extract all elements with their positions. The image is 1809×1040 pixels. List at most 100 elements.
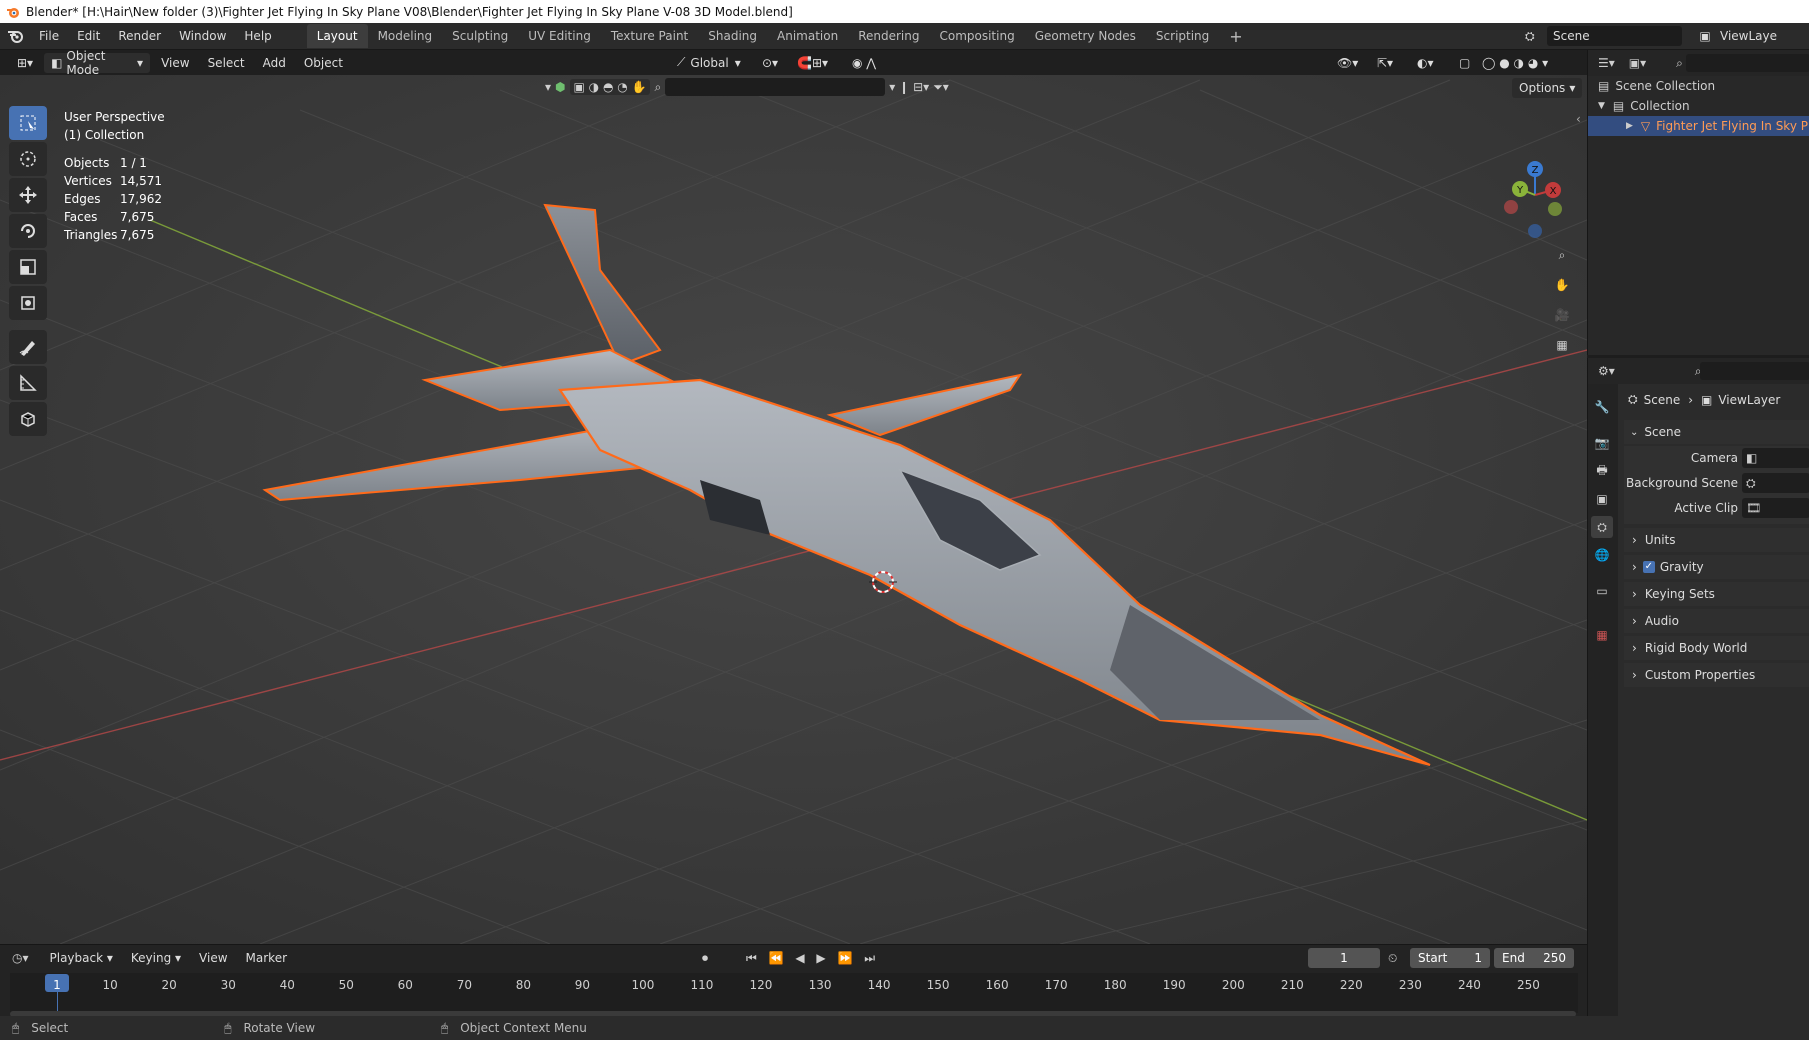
tab-scripting[interactable]: Scripting [1146, 24, 1219, 48]
3d-viewport[interactable]: Z X Y ⊞▾ ◧ Object Mode ▾ View Select Add … [0, 50, 1587, 944]
render-properties-icon[interactable]: 📷 [1591, 432, 1613, 454]
expand-icon[interactable]: ▼ [1598, 101, 1605, 111]
tab-rendering[interactable]: Rendering [848, 24, 929, 48]
keying-sets-panel[interactable]: › Keying Sets [1624, 582, 1809, 606]
annotate-tool-icon[interactable] [9, 330, 47, 364]
xray-icon[interactable]: ▢ [1452, 53, 1477, 73]
transform-orientation-selector[interactable]: ⟋ Global ▾ [670, 53, 750, 73]
visibility-icon[interactable]: 👁▾ [1330, 53, 1365, 73]
rotate-tool-icon[interactable] [9, 214, 47, 248]
tab-modeling[interactable]: Modeling [368, 24, 443, 48]
gizmo-toggle-icon[interactable]: ⇱▾ [1370, 53, 1400, 73]
timeline-menu-marker[interactable]: Marker [239, 948, 294, 968]
scene-icon[interactable]: ⛭ [1525, 29, 1547, 44]
add-cube-tool-icon[interactable] [9, 402, 47, 436]
world-properties-icon[interactable]: 🌐 [1591, 544, 1613, 566]
scene-panel-header[interactable]: ⌄ Scene [1624, 420, 1809, 444]
add-workspace-icon[interactable]: + [1219, 22, 1252, 51]
menu-help[interactable]: Help [235, 29, 280, 43]
pan-hand-icon[interactable]: ✋ [1549, 272, 1575, 298]
menu-object[interactable]: Object [297, 53, 350, 73]
properties-editor-icon[interactable]: ⚙▾ [1598, 364, 1615, 378]
rigid-body-world-panel[interactable]: › Rigid Body World [1624, 636, 1809, 660]
filter-icon[interactable]: ⏷▾ [933, 80, 949, 95]
timer-icon[interactable]: ⏲ [1388, 951, 1397, 966]
menu-window[interactable]: Window [170, 29, 235, 43]
overlays-icon[interactable]: ◐▾ [1410, 53, 1441, 73]
collection-properties-icon[interactable]: ▭ [1591, 580, 1613, 602]
gravity-checkbox[interactable]: ✓ [1642, 561, 1655, 573]
outliner-search-icon[interactable]: ⌕ [1676, 56, 1683, 71]
display-modes[interactable]: ▣ ◑ ◓ ◔ ✋ [569, 79, 651, 95]
audio-panel[interactable]: › Audio [1624, 609, 1809, 633]
sidebar-toggle-icon[interactable]: ‹ [1576, 112, 1581, 126]
scene-selector[interactable]: Scene [1547, 26, 1682, 46]
viewlayer-selector[interactable]: ViewLaye [1720, 29, 1777, 43]
select-box-tool-icon[interactable] [9, 106, 47, 140]
properties-search-input[interactable] [1700, 362, 1809, 380]
scale-tool-icon[interactable] [9, 250, 47, 284]
menu-select[interactable]: Select [201, 53, 252, 73]
playback-controls[interactable]: ⏮ ⏪ ◀ ▶ ⏩ ⏭ [746, 951, 879, 966]
viewlayer-icon[interactable]: ▣ [1690, 29, 1720, 43]
tab-compositing[interactable]: Compositing [929, 24, 1024, 48]
outliner-item-fighter-jet[interactable]: ▶ ▽ Fighter Jet Flying In Sky Plan [1588, 116, 1809, 136]
active-clip-field[interactable]: 🎞 [1742, 498, 1809, 518]
view-layer-properties-icon[interactable]: ▣ [1591, 488, 1613, 510]
move-tool-icon[interactable] [9, 178, 47, 212]
menu-edit[interactable]: Edit [68, 29, 109, 43]
snap-icon[interactable]: 🧲⊞▾ [790, 53, 835, 73]
tab-shading[interactable]: Shading [698, 24, 767, 48]
tab-sculpting[interactable]: Sculpting [442, 24, 518, 48]
cursor-tool-icon[interactable] [9, 142, 47, 176]
scene-properties-icon[interactable]: ⛭ [1591, 516, 1613, 538]
proportional-editing-icon[interactable]: ◉ ⋀ [845, 53, 883, 73]
timeline-editor-icon[interactable]: ◷▾ [12, 951, 29, 965]
tab-texture-paint[interactable]: Texture Paint [601, 24, 698, 48]
options-dropdown[interactable]: Options ▾ [1512, 78, 1583, 98]
filter-dropdown-icon[interactable]: ▾ [545, 80, 551, 94]
pivot-point-icon[interactable]: ⊙▾ [755, 53, 785, 73]
custom-properties-panel[interactable]: › Custom Properties [1624, 663, 1809, 687]
tab-layout[interactable]: Layout [306, 24, 368, 48]
ortho-grid-icon[interactable]: ▦ [1549, 332, 1575, 358]
start-frame-field[interactable]: Start 1 [1410, 948, 1490, 968]
menu-render[interactable]: Render [109, 29, 170, 43]
search-icon[interactable]: ⌕ [654, 80, 661, 95]
transform-tool-icon[interactable] [9, 286, 47, 320]
tab-uv-editing[interactable]: UV Editing [518, 24, 601, 48]
color-filter-icon[interactable]: ⬢ [555, 80, 565, 94]
timeline-menu-view[interactable]: View [192, 948, 234, 968]
editor-type-icon[interactable]: ⊞▾ [10, 53, 40, 73]
zoom-icon[interactable]: ⌕ [1549, 242, 1575, 268]
blender-menu-icon[interactable] [0, 26, 30, 46]
display-mode-icon[interactable]: ▣▾ [1629, 56, 1646, 70]
shading-modes[interactable]: ◯ ● ◑ ◕ ▾ [1475, 53, 1555, 73]
filter-search-input[interactable] [665, 78, 886, 96]
outliner-item-collection[interactable]: ▼ ▤ Collection [1598, 96, 1809, 116]
texture-properties-icon[interactable]: ▦ [1591, 624, 1613, 646]
timeline-menu-keying[interactable]: Keying ▾ [124, 948, 188, 968]
outliner-editor-icon[interactable]: ☰▾ [1598, 56, 1615, 70]
camera-view-icon[interactable]: 🎥 [1549, 302, 1575, 328]
outliner-search-input[interactable] [1686, 54, 1809, 72]
units-panel[interactable]: › Units [1624, 528, 1809, 552]
timeline-menu-playback[interactable]: Playback ▾ [43, 948, 120, 968]
record-button[interactable]: ⏺ [702, 951, 708, 966]
current-frame-field[interactable]: 1 [1308, 948, 1380, 968]
gravity-panel[interactable]: › ✓ Gravity [1624, 555, 1809, 579]
camera-field[interactable]: ◧ [1742, 448, 1809, 468]
measure-tool-icon[interactable] [9, 366, 47, 400]
bookmark-icon[interactable]: ▾ ❙ [889, 80, 909, 94]
tool-properties-icon[interactable]: 🔧 [1591, 396, 1613, 418]
end-frame-field[interactable]: End 250 [1494, 948, 1574, 968]
menu-add[interactable]: Add [256, 53, 293, 73]
menu-view[interactable]: View [154, 53, 196, 73]
sort-icon[interactable]: ⊟▾ [913, 80, 929, 94]
menu-file[interactable]: File [30, 29, 68, 43]
outliner-item-scene-collection[interactable]: ▤ Scene Collection [1598, 76, 1809, 96]
tab-animation[interactable]: Animation [767, 24, 848, 48]
tab-geometry-nodes[interactable]: Geometry Nodes [1025, 24, 1146, 48]
expand-icon[interactable]: ▶ [1626, 121, 1633, 131]
output-properties-icon[interactable]: 🖶 [1591, 460, 1613, 482]
